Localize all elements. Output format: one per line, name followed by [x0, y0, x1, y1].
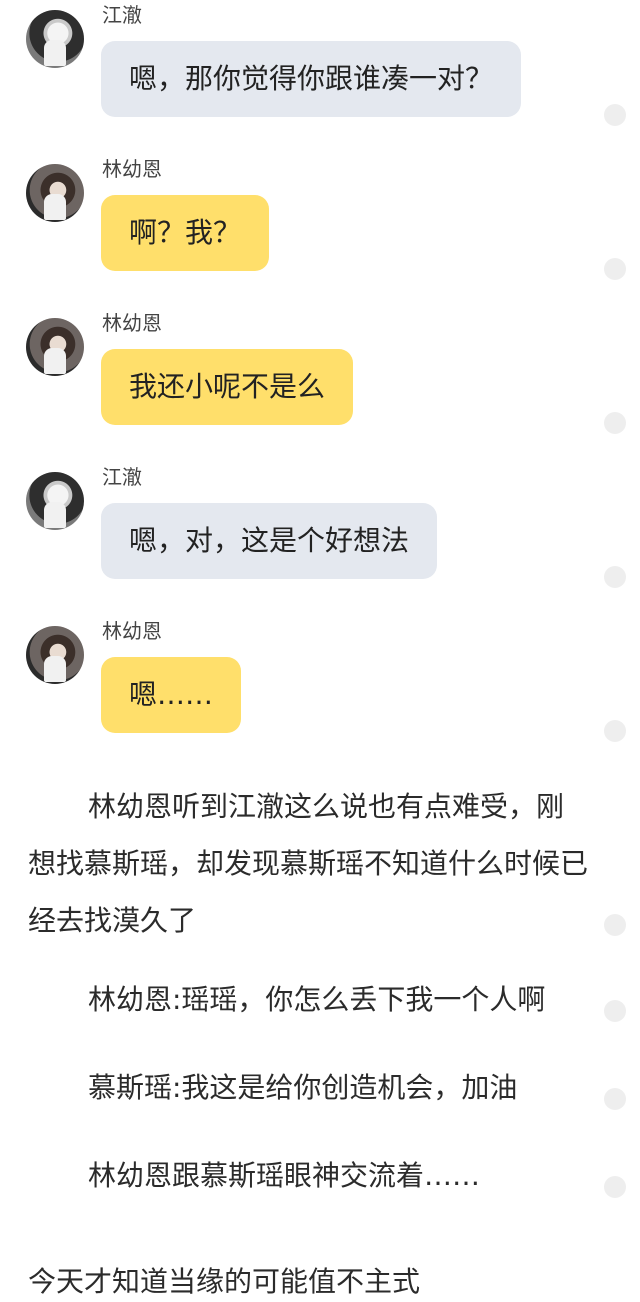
comment-dot-icon[interactable]	[604, 1176, 626, 1198]
narration-line-cut-off: 今天才知道当缘的可能值不主式	[28, 1265, 421, 1298]
narration-line: 慕斯瑶:我这是给你创造机会，加油	[88, 1071, 518, 1104]
narration-paragraph: 林幼恩听到江澈这么说也有点难受，刚想找慕斯瑶，却发现慕斯瑶不知道什么时候已经去找…	[28, 790, 589, 937]
narration-line: 林幼恩:瑶瑶，你怎么丢下我一个人啊	[88, 983, 546, 1016]
comment-dot-icon[interactable]	[604, 1088, 626, 1110]
message-bubble[interactable]: 嗯……	[101, 657, 242, 733]
message-bubble[interactable]: 嗯，对，这是个好想法	[101, 503, 438, 579]
comment-dot-icon[interactable]	[604, 258, 626, 280]
avatar[interactable]	[26, 318, 84, 376]
message-bubble[interactable]: 嗯，那你觉得你跟谁凑一对？	[101, 41, 522, 117]
comment-dot-icon[interactable]	[604, 566, 626, 588]
message-bubble[interactable]: 啊？我？	[101, 195, 270, 271]
comment-dot-icon[interactable]	[604, 412, 626, 434]
avatar[interactable]	[26, 472, 84, 530]
sender-name: 江澈	[102, 465, 142, 489]
comment-dot-icon[interactable]	[604, 914, 626, 936]
comment-dot-icon[interactable]	[604, 104, 626, 126]
sender-name: 江澈	[102, 3, 142, 27]
narration-line: 林幼恩跟慕斯瑶眼神交流着……	[88, 1159, 481, 1192]
avatar[interactable]	[26, 626, 84, 684]
avatar[interactable]	[26, 164, 84, 222]
sender-name: 林幼恩	[102, 311, 162, 335]
avatar[interactable]	[26, 10, 84, 68]
message-bubble[interactable]: 我还小呢不是么	[101, 349, 354, 425]
sender-name: 林幼恩	[102, 619, 162, 643]
comment-dot-icon[interactable]	[604, 720, 626, 742]
comment-dot-icon[interactable]	[604, 1000, 626, 1022]
sender-name: 林幼恩	[102, 157, 162, 181]
